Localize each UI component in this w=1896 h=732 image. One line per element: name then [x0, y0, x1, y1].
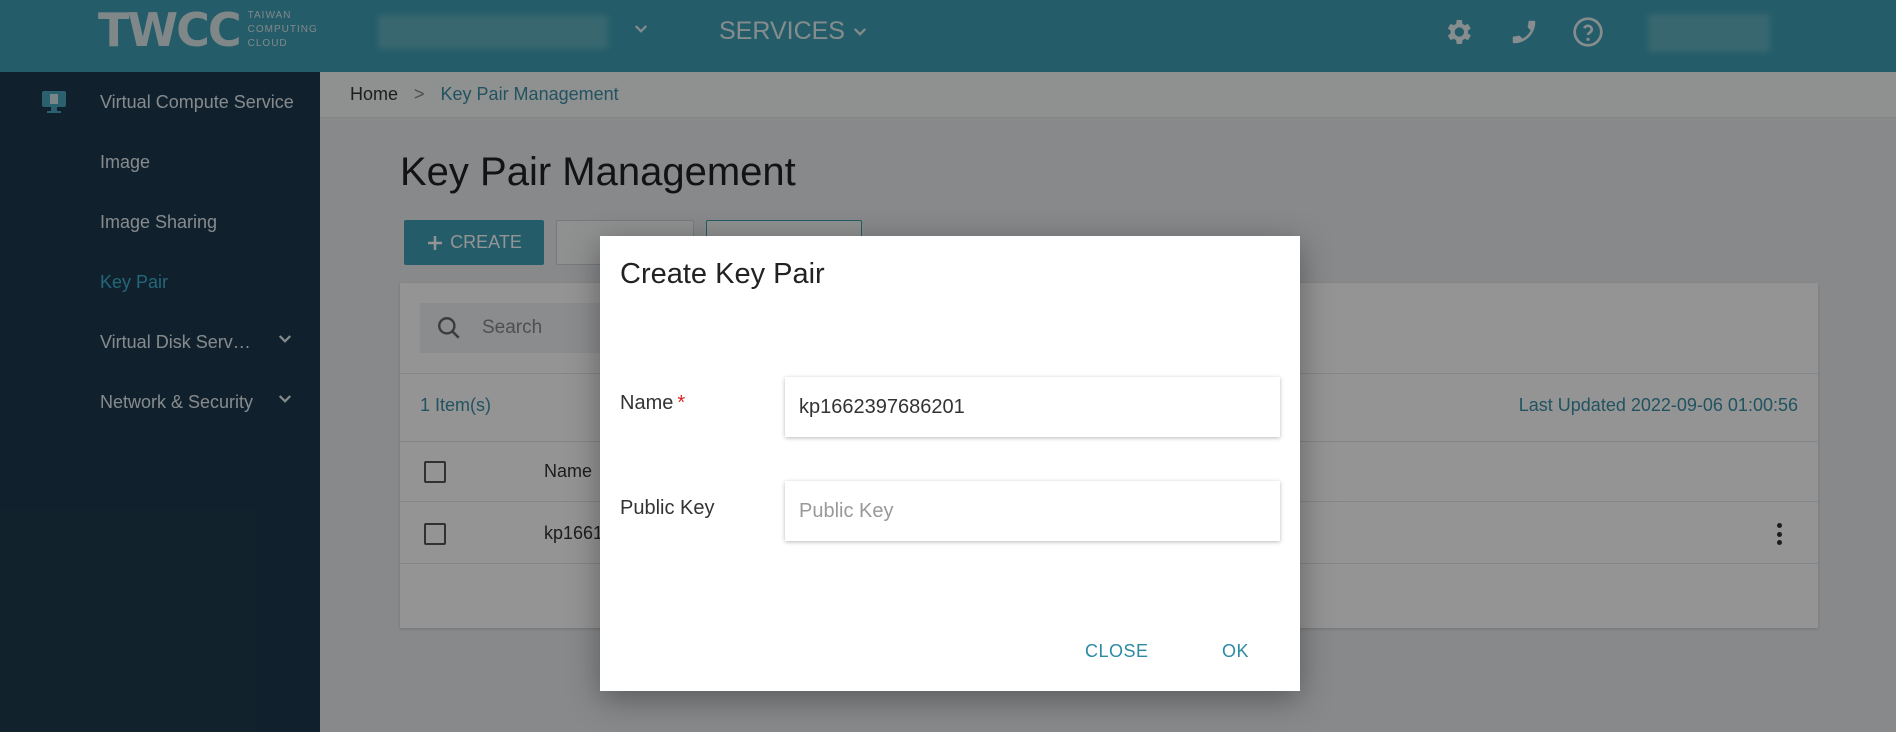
close-button[interactable]: CLOSE — [1085, 641, 1149, 662]
ok-button[interactable]: OK — [1222, 641, 1249, 662]
name-label: Name * — [620, 392, 686, 414]
create-key-pair-dialog: Create Key Pair Name * kp1662397686201 Pu… — [600, 236, 1300, 691]
dialog-title: Create Key Pair — [620, 258, 825, 290]
name-field[interactable]: kp1662397686201 — [785, 377, 1280, 437]
public-key-field[interactable]: Public Key — [785, 481, 1280, 541]
public-key-label: Public Key — [620, 497, 715, 519]
required-mark: * — [677, 392, 686, 414]
